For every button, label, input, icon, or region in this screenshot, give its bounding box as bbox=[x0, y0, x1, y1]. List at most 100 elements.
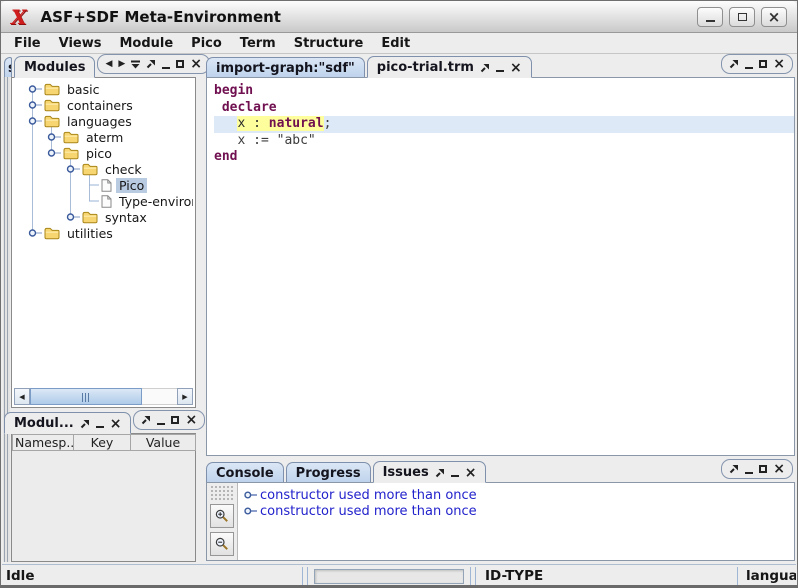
menu-item-file[interactable]: File bbox=[5, 36, 50, 51]
nav-forward-icon[interactable]: ▶ bbox=[118, 59, 125, 69]
tree-item-label: pico bbox=[86, 145, 112, 161]
minimize-icon[interactable] bbox=[450, 475, 459, 477]
tree-expand-handle-icon[interactable] bbox=[28, 227, 42, 239]
scrollbar-track[interactable] bbox=[142, 388, 177, 405]
scroll-right-button[interactable]: ▶ bbox=[177, 388, 193, 405]
tab-pico-trial-trm[interactable]: pico-trial.trm × bbox=[366, 56, 532, 78]
tab-module-namespace[interactable]: Modul... × bbox=[4, 412, 132, 434]
tree-item-type-environn[interactable]: Type-environn bbox=[14, 193, 193, 209]
title-bar[interactable]: X ASF+SDF Meta-Environment × bbox=[1, 1, 797, 33]
float-icon[interactable] bbox=[146, 59, 156, 69]
zoom-in-magnifier-icon bbox=[215, 509, 228, 522]
close-icon[interactable]: × bbox=[185, 413, 197, 427]
code-line[interactable]: begin bbox=[214, 83, 794, 100]
float-icon[interactable] bbox=[435, 468, 445, 478]
maximize-icon[interactable] bbox=[176, 60, 185, 68]
code-line[interactable]: end bbox=[214, 149, 794, 166]
minimize-icon[interactable] bbox=[745, 66, 754, 69]
tree-expand-handle-icon[interactable] bbox=[28, 115, 42, 127]
menu-item-structure[interactable]: Structure bbox=[285, 36, 373, 51]
tree-expand-handle-icon[interactable] bbox=[47, 131, 61, 143]
float-icon[interactable] bbox=[480, 63, 490, 73]
tree-expand-handle-icon[interactable] bbox=[244, 505, 257, 517]
code-segment: ; bbox=[323, 116, 332, 131]
tree-item-check[interactable]: check bbox=[14, 161, 193, 177]
issue-item[interactable]: constructor used more than once bbox=[244, 487, 794, 503]
zoom-out-button[interactable] bbox=[210, 532, 234, 556]
editor-content[interactable]: begin declare x : natural; x := "abc" end bbox=[206, 77, 795, 456]
window-close-button[interactable]: × bbox=[761, 6, 787, 27]
tab-import-graph-sdf[interactable]: import-graph:"sdf" bbox=[206, 57, 365, 77]
close-icon[interactable]: × bbox=[465, 466, 477, 480]
tree-item-label: check bbox=[105, 161, 142, 177]
window-maximize-button[interactable] bbox=[729, 6, 755, 27]
tree-item-syntax[interactable]: syntax bbox=[14, 209, 193, 225]
close-icon[interactable]: × bbox=[510, 61, 522, 75]
menu-item-module[interactable]: Module bbox=[110, 36, 182, 51]
scroll-left-button[interactable]: ◀ bbox=[14, 388, 30, 405]
tab-progress[interactable]: Progress bbox=[285, 462, 371, 482]
code-segment: natural bbox=[268, 116, 324, 131]
tree-expand-handle-icon[interactable] bbox=[28, 83, 42, 95]
tab-issues[interactable]: Issues × bbox=[372, 461, 487, 483]
tree-expand-handle-icon[interactable] bbox=[66, 211, 80, 223]
console-tab-row: Console Progress Issues × × bbox=[205, 459, 797, 483]
column-header-namesp[interactable]: Namesp... bbox=[12, 434, 74, 451]
minimize-icon[interactable] bbox=[495, 70, 504, 72]
close-icon[interactable]: × bbox=[773, 57, 785, 71]
tree-expand-handle-icon[interactable] bbox=[28, 99, 42, 111]
nav-back-icon[interactable]: ◀ bbox=[105, 59, 112, 69]
tab-modules[interactable]: Modules bbox=[14, 56, 96, 78]
close-icon[interactable]: × bbox=[110, 417, 122, 431]
minimize-icon[interactable] bbox=[162, 66, 171, 69]
code-segment: x := "abc" bbox=[237, 132, 316, 148]
tree-expand-handle-icon[interactable] bbox=[47, 147, 61, 159]
minimize-icon[interactable] bbox=[745, 471, 754, 474]
file-icon bbox=[101, 194, 112, 208]
issue-message: constructor used more than once bbox=[260, 503, 477, 519]
menu-item-term[interactable]: Term bbox=[231, 36, 285, 51]
tab-list-menu-icon[interactable] bbox=[131, 60, 141, 69]
column-header-key[interactable]: Key bbox=[73, 434, 131, 451]
tree-item-pico[interactable]: pico bbox=[14, 145, 193, 161]
scrollbar-thumb[interactable] bbox=[30, 388, 142, 405]
window-minimize-button[interactable] bbox=[697, 6, 723, 27]
float-icon[interactable] bbox=[141, 415, 151, 425]
tree-expand-handle-icon[interactable] bbox=[66, 163, 80, 175]
tree-item-pico[interactable]: Pico bbox=[14, 177, 193, 193]
close-icon[interactable]: × bbox=[190, 57, 202, 71]
tab-console[interactable]: Console bbox=[206, 462, 284, 482]
minimize-icon[interactable] bbox=[95, 426, 104, 428]
maximize-icon[interactable] bbox=[171, 416, 180, 424]
toolbar-grip-handle[interactable] bbox=[210, 485, 234, 500]
float-icon[interactable] bbox=[80, 419, 90, 429]
menu-item-pico[interactable]: Pico bbox=[182, 36, 231, 51]
tree-item-aterm[interactable]: aterm bbox=[14, 129, 193, 145]
tab-clipped[interactable]: s bbox=[4, 57, 12, 77]
code-line[interactable]: x : natural; bbox=[214, 116, 794, 133]
maximize-icon[interactable] bbox=[759, 465, 768, 473]
tree-item-containers[interactable]: containers bbox=[14, 97, 193, 113]
column-header-value[interactable]: Value bbox=[130, 434, 196, 451]
namespace-table-body[interactable] bbox=[12, 451, 195, 561]
code-line[interactable]: x := "abc" bbox=[214, 133, 794, 150]
maximize-icon[interactable] bbox=[759, 60, 768, 68]
minimize-icon[interactable] bbox=[157, 422, 166, 425]
namespace-tab-row: Modul... × × bbox=[3, 410, 206, 434]
tree-item-utilities[interactable]: utilities bbox=[14, 225, 193, 241]
tree-item-languages[interactable]: languages bbox=[14, 113, 193, 129]
float-icon[interactable] bbox=[729, 59, 739, 69]
tree-expand-handle-icon[interactable] bbox=[244, 489, 257, 501]
zoom-in-button[interactable] bbox=[210, 504, 234, 528]
menu-item-views[interactable]: Views bbox=[50, 36, 111, 51]
close-icon[interactable]: × bbox=[773, 462, 785, 476]
minimize-icon bbox=[705, 19, 715, 22]
folder-icon bbox=[44, 227, 60, 240]
float-icon[interactable] bbox=[729, 464, 739, 474]
tree-item-basic[interactable]: basic bbox=[14, 81, 193, 97]
code-editor[interactable]: begin declare x : natural; x := "abc" end bbox=[207, 78, 794, 166]
menu-item-edit[interactable]: Edit bbox=[372, 36, 419, 51]
issue-item[interactable]: constructor used more than once bbox=[244, 503, 794, 519]
tree-horizontal-scrollbar[interactable]: ◀ ▶ bbox=[14, 388, 193, 405]
code-line[interactable]: declare bbox=[214, 100, 794, 117]
